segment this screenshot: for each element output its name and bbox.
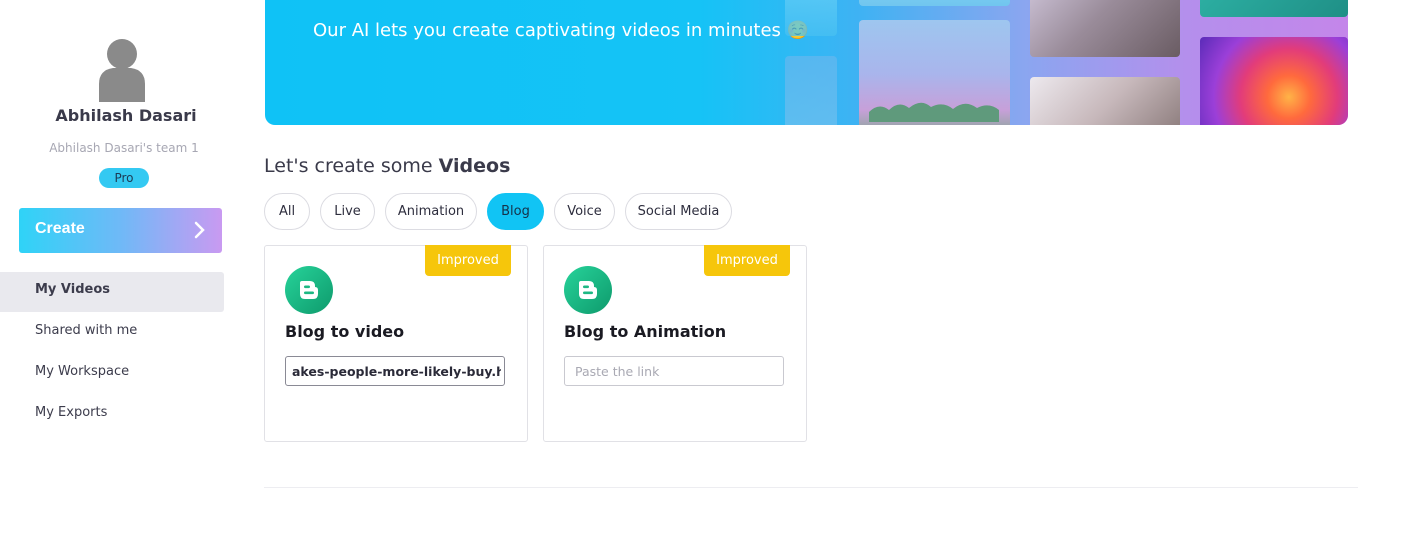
create-button[interactable]: Create (19, 208, 222, 253)
plan-badge: Pro (99, 168, 149, 188)
hero-banner: Our AI lets you create captivating video… (265, 0, 1348, 125)
banner-thumbnail (785, 56, 837, 125)
avatar (99, 39, 145, 102)
section-title-prefix: Let's create some (264, 155, 439, 177)
improved-badge: Improved (704, 245, 790, 276)
sidebar-item-label: My Videos (35, 282, 111, 297)
blog-to-animation-card[interactable]: Improved Blog to Animation (543, 245, 807, 442)
divider (264, 487, 1358, 488)
banner-thumbnail (785, 0, 837, 36)
filter-animation[interactable]: Animation (385, 193, 477, 230)
filter-social-media[interactable]: Social Media (625, 193, 732, 230)
banner-thumbnail (859, 0, 1010, 6)
banner-thumbnail (1200, 0, 1348, 17)
blogger-icon (285, 266, 333, 314)
sidebar-item-label: My Exports (35, 405, 108, 420)
filter-live[interactable]: Live (320, 193, 375, 230)
sidebar-item-my-workspace[interactable]: My Workspace (0, 354, 224, 394)
filter-voice[interactable]: Voice (554, 193, 615, 230)
blogger-b-icon (300, 281, 318, 299)
blog-to-video-card[interactable]: Improved Blog to video (264, 245, 528, 442)
sidebar-item-shared-with-me[interactable]: Shared with me (0, 313, 224, 353)
blog-link-input[interactable] (285, 356, 505, 386)
improved-badge: Improved (425, 245, 511, 276)
create-button-label: Create (35, 220, 85, 237)
card-title: Blog to video (285, 322, 405, 341)
palm-trees-image (869, 102, 999, 122)
sidebar-item-label: Shared with me (35, 323, 138, 338)
sidebar-item-label: My Workspace (35, 364, 130, 379)
chevron-right-icon (194, 221, 205, 239)
banner-subtitle: Our AI lets you create captivating video… (313, 20, 810, 41)
section-title: Let's create some Videos (264, 155, 510, 177)
banner-thumbnail-people (1030, 77, 1180, 125)
banner-thumbnail-glow (1200, 37, 1348, 125)
card-title: Blog to Animation (564, 322, 727, 341)
blogger-icon (564, 266, 612, 314)
banner-thumbnail-palms (859, 20, 1010, 125)
blogger-b-icon (579, 281, 597, 299)
sidebar-item-my-videos[interactable]: My Videos (0, 272, 224, 312)
user-name: Abhilash Dasari (55, 106, 197, 125)
sidebar-item-my-exports[interactable]: My Exports (0, 395, 224, 435)
filter-blog[interactable]: Blog (487, 193, 544, 230)
team-name: Abhilash Dasari's team 1 (49, 141, 199, 155)
blog-link-input[interactable] (564, 356, 784, 386)
banner-thumbnail-person (1030, 0, 1180, 57)
sidebar: Abhilash Dasari Abhilash Dasari's team 1… (0, 0, 240, 535)
filter-all[interactable]: All (264, 193, 310, 230)
section-title-bold: Videos (438, 155, 511, 177)
